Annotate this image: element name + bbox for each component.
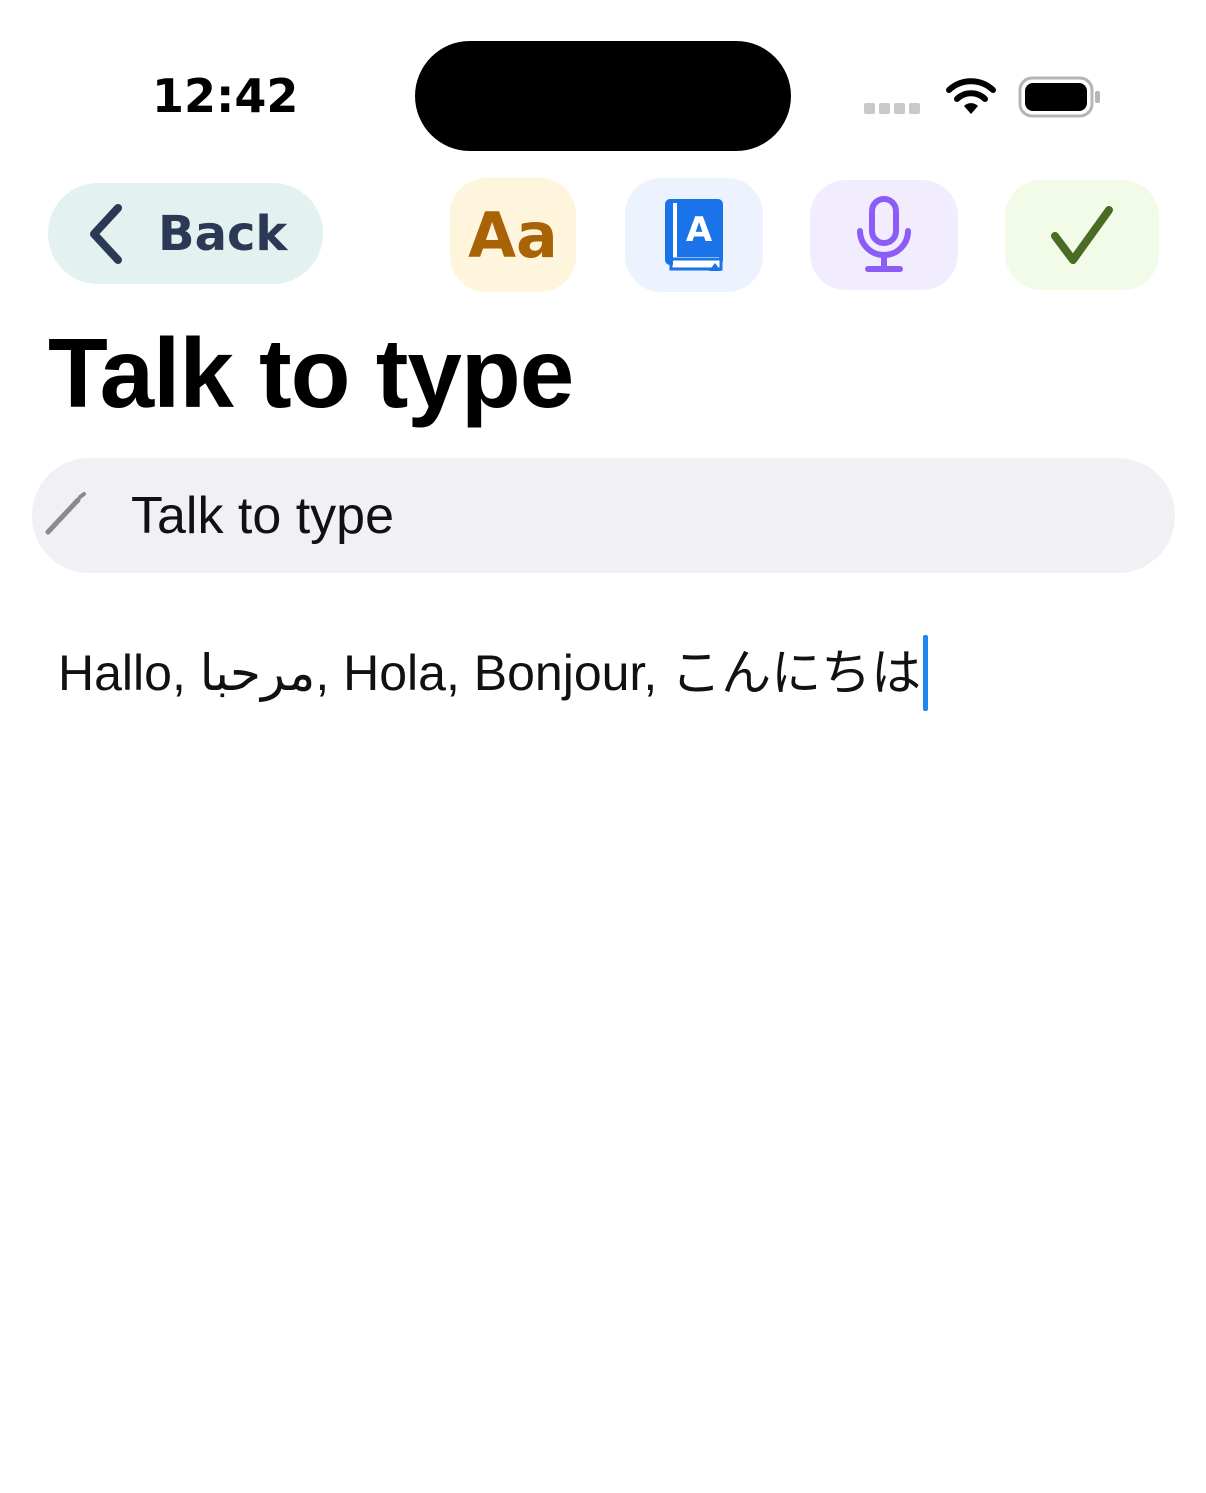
dictionary-glyph: A <box>686 210 713 250</box>
title-field-value[interactable]: Talk to type <box>131 484 394 548</box>
page-title: Talk to type <box>48 318 574 428</box>
dictionary-icon: A <box>665 199 723 271</box>
wifi-icon <box>946 78 996 114</box>
dynamic-island <box>415 41 791 151</box>
chevron-left-icon <box>90 203 122 264</box>
text-editor[interactable]: Hallo, مرحبا, Hola, Bonjour, こんにちは <box>58 635 929 711</box>
microphone-icon <box>857 196 911 272</box>
back-label: Back <box>158 205 288 262</box>
text-caret <box>923 635 929 711</box>
font-style-label: Aa <box>468 199 558 272</box>
microphone-button[interactable] <box>810 180 958 290</box>
battery-icon <box>1018 76 1100 118</box>
editor-text[interactable]: Hallo, مرحبا, Hola, Bonjour, こんにちは <box>58 638 921 708</box>
back-button[interactable]: Back <box>48 183 323 284</box>
font-style-button[interactable]: Aa <box>450 178 576 292</box>
done-button[interactable] <box>1005 180 1159 290</box>
cellular-signal-icon <box>864 103 920 115</box>
status-time: 12:42 <box>152 69 299 123</box>
pencil-icon <box>45 492 86 535</box>
checkmark-icon <box>1051 206 1113 264</box>
dictionary-button[interactable]: A <box>625 178 763 292</box>
